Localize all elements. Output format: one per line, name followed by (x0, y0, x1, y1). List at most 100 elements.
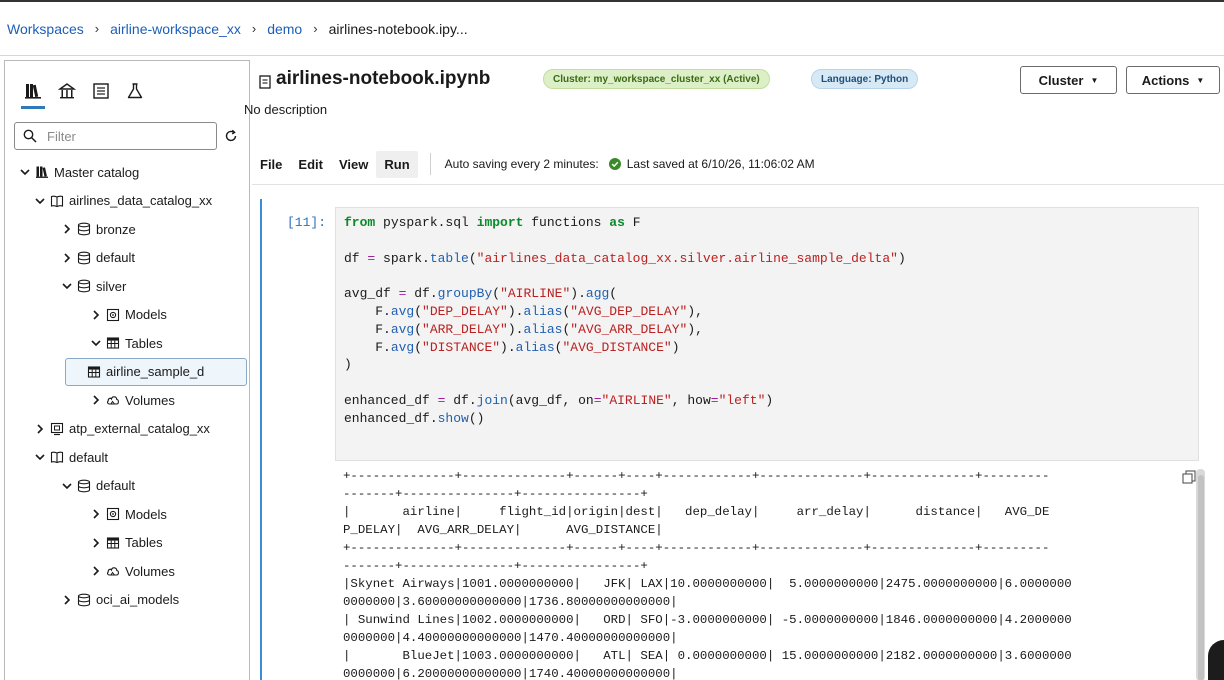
tree-item[interactable]: airline_sample_d (65, 357, 247, 386)
volume-icon (106, 393, 120, 407)
menu-file[interactable]: File (252, 151, 290, 178)
tree-item-label: airlines_data_catalog_xx (69, 193, 213, 208)
chevron-down-icon: ▼ (1090, 75, 1099, 85)
tree-item[interactable]: silver (61, 273, 126, 299)
output-scrollbar-thumb[interactable] (1198, 475, 1204, 680)
language-badge: Language: Python (811, 69, 919, 89)
tab-catalog[interactable] (21, 79, 45, 109)
notebook-icon (259, 75, 271, 89)
building-icon (58, 83, 76, 99)
chevron-right-icon[interactable] (61, 594, 73, 606)
volume-icon (106, 564, 120, 578)
menu-view[interactable]: View (331, 151, 376, 178)
tree-item[interactable]: Volumes (90, 387, 175, 413)
output-line: P_DELAY| AVG_ARR_DELAY| AVG_DISTANCE| (343, 523, 663, 537)
chevron-right-icon[interactable] (61, 223, 73, 235)
tree-item-label: oci_ai_models (96, 592, 180, 607)
table-icon (106, 336, 120, 350)
breadcrumb: Workspaces › airline-workspace_xx › demo… (0, 0, 1224, 56)
table-icon (106, 536, 120, 550)
tree-item[interactable]: default (61, 245, 135, 271)
notebook-menubar: File Edit View Run Auto saving every 2 m… (252, 150, 815, 178)
window-corner (1208, 640, 1224, 680)
chevron-right-icon[interactable] (90, 565, 102, 577)
code-line: enhanced_df = df.join(avg_df, on="AIRLIN… (344, 392, 774, 408)
output-line: | Sunwind Lines|1002.0000000000| ORD| SF… (343, 613, 1072, 627)
cluster-button[interactable]: Cluster ▼ (1020, 66, 1117, 94)
chevron-down-icon[interactable] (61, 480, 73, 492)
chevron-down-icon[interactable] (19, 166, 31, 178)
chevron-down-icon[interactable] (34, 195, 46, 207)
output-line: +--------------+--------------+------+--… (343, 541, 1050, 555)
tree-item[interactable]: Master catalog (19, 159, 139, 185)
code-line: from pyspark.sql import functions as F (344, 215, 641, 230)
model-icon (106, 308, 120, 322)
chevron-down-icon[interactable] (34, 451, 46, 463)
tree-item[interactable]: default (34, 444, 108, 470)
breadcrumb-separator: › (313, 21, 318, 36)
tree-item-label: Models (125, 307, 167, 322)
tab-experiments[interactable] (125, 79, 145, 103)
code-line: ) (344, 357, 352, 373)
chevron-right-icon[interactable] (90, 309, 102, 321)
breadcrumb-workspace[interactable]: airline-workspace_xx (110, 21, 241, 37)
database-icon (77, 222, 91, 236)
actions-button-label: Actions (1141, 72, 1190, 88)
catalog-icon (25, 84, 41, 99)
autosave-text: Auto saving every 2 minutes: (444, 157, 599, 171)
tab-workspace[interactable] (57, 79, 77, 103)
output-line: 0000000|4.40000000000000|1470.4000000000… (343, 631, 678, 645)
actions-button[interactable]: Actions ▼ (1126, 66, 1220, 94)
tree-item[interactable]: Models (90, 302, 167, 328)
chevron-right-icon[interactable] (61, 252, 73, 264)
tree-item[interactable]: default (61, 473, 135, 499)
code-cell-editor[interactable]: from pyspark.sql import functions as F​d… (335, 207, 1199, 461)
tree-item[interactable]: Models (90, 501, 167, 527)
database-icon (77, 279, 91, 293)
menu-run[interactable]: Run (376, 150, 418, 178)
refresh-icon[interactable] (224, 129, 238, 143)
tree-item-label: Volumes (125, 392, 175, 408)
copy-icon[interactable] (1182, 470, 1196, 484)
code-line: enhanced_df.show() (344, 410, 485, 426)
page-title: airlines-notebook.ipynb (276, 68, 491, 89)
code-line: F.avg("ARR_DELAY").alias("AVG_ARR_DELAY"… (344, 321, 703, 337)
tree-item[interactable]: airlines_data_catalog_xx (34, 188, 212, 214)
output-line: -------+---------------+----------------… (343, 487, 648, 501)
tree-item[interactable]: bronze (61, 216, 136, 242)
code-line: df = spark.table("airlines_data_catalog_… (344, 250, 906, 266)
tree-item-label: default (69, 449, 109, 465)
filter-input[interactable] (47, 128, 197, 144)
database-icon (77, 251, 91, 265)
tree-item-label: bronze (96, 221, 136, 237)
chevron-right-icon[interactable] (90, 508, 102, 520)
output-line: 0000000|3.60000000000000|1736.8000000000… (343, 595, 678, 609)
chevron-right-icon[interactable] (90, 537, 102, 549)
tree-item-label: silver (96, 278, 127, 294)
database-icon (77, 593, 91, 607)
chevron-right-icon[interactable] (90, 394, 102, 406)
active-cell-indicator (260, 199, 262, 680)
chevron-down-icon[interactable] (90, 337, 102, 349)
catalog-icon (35, 165, 49, 179)
notebook-description[interactable]: No description (244, 102, 327, 117)
output-line: +--------------+--------------+------+--… (343, 469, 1050, 483)
tree-item[interactable]: Tables (90, 330, 163, 356)
tab-list[interactable] (91, 79, 111, 103)
flask-icon (127, 83, 143, 99)
menu-edit[interactable]: Edit (290, 151, 331, 178)
chevron-right-icon[interactable] (34, 423, 46, 435)
breadcrumb-workspaces[interactable]: Workspaces (7, 21, 84, 37)
tree-item[interactable]: atp_external_catalog_xx (34, 416, 210, 442)
menu-divider (429, 153, 431, 175)
breadcrumb-folder[interactable]: demo (267, 21, 302, 37)
tree-item[interactable]: Volumes (90, 558, 175, 584)
tree-item[interactable]: oci_ai_models (61, 587, 179, 613)
chevron-down-icon[interactable] (61, 280, 73, 292)
sidebar: Master catalog airlines_data_catalog_xxbr… (4, 60, 250, 680)
tree-item[interactable]: Tables (90, 530, 163, 556)
tree-item-label: Tables (125, 335, 163, 351)
output-line: |Skynet Airways|1001.0000000000| JFK| LA… (343, 577, 1072, 591)
cell-output: +--------------+--------------+------+--… (335, 467, 1199, 680)
tree-item-label: Volumes (125, 563, 175, 579)
